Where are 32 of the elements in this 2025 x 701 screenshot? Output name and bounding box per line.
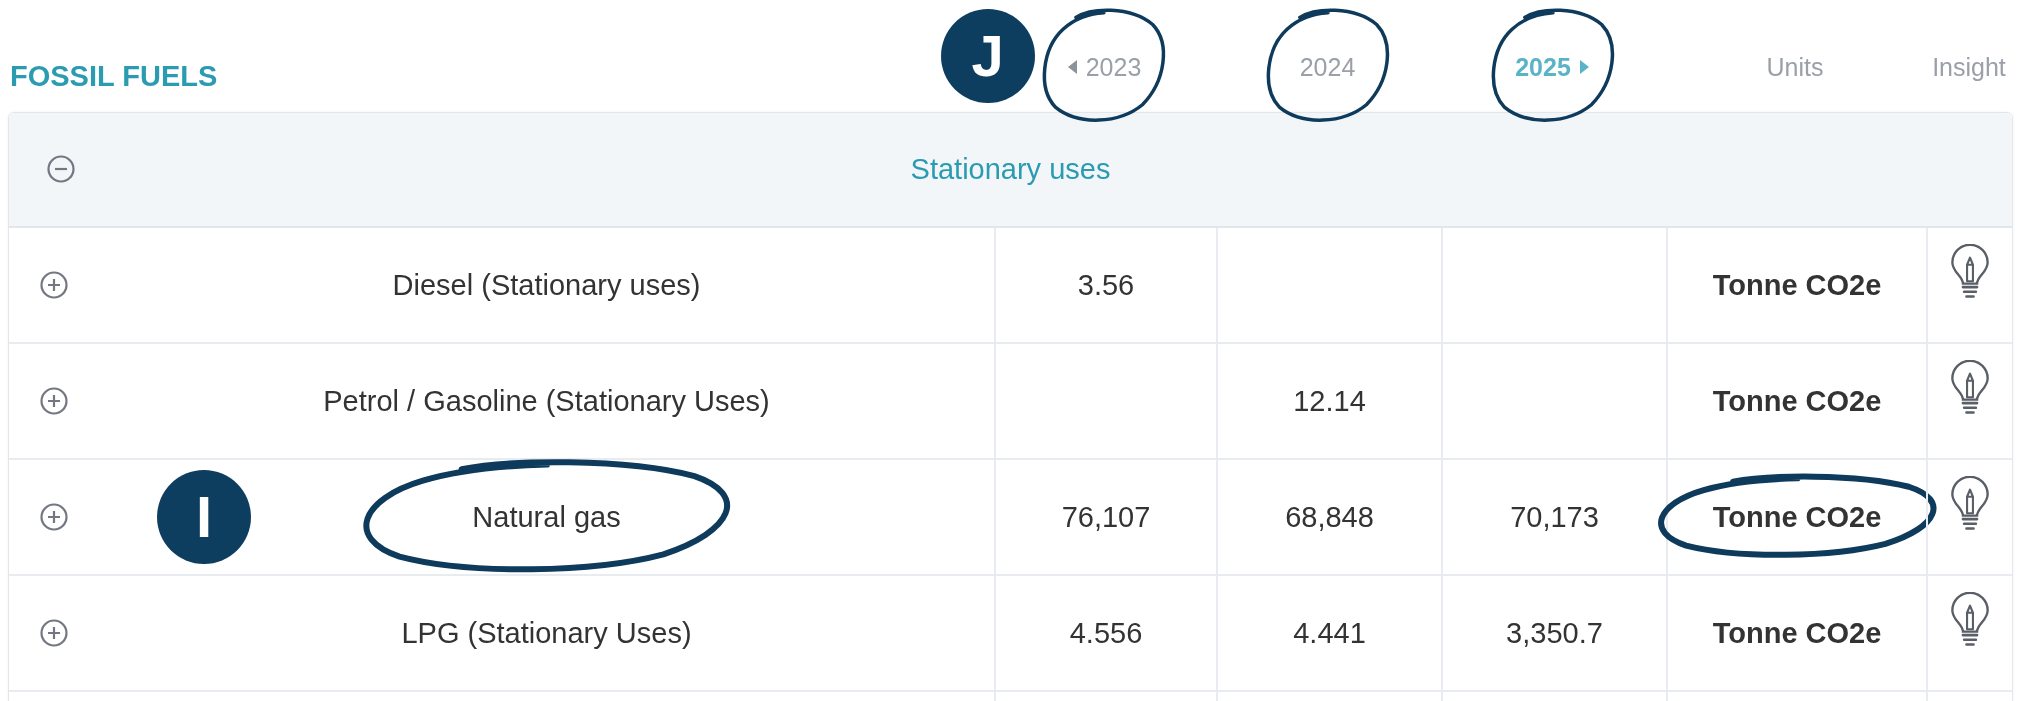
right-triangle-icon[interactable] bbox=[1578, 59, 1590, 75]
unit-label: Tonne CO2e bbox=[1712, 500, 1882, 533]
year-tab[interactable]: 2023 bbox=[1085, 52, 1142, 82]
value-cell: 70,173 bbox=[1510, 500, 1599, 534]
section-title: FOSSIL FUELS bbox=[9, 59, 218, 93]
year-tab[interactable]: 2025 bbox=[1515, 52, 1571, 82]
value-cell: 3,350.7 bbox=[1506, 616, 1603, 650]
value-cell: 68,848 bbox=[1285, 500, 1374, 534]
column-header: Units bbox=[1766, 52, 1824, 82]
value-cell: 12.14 bbox=[1293, 384, 1366, 418]
value-cell: 76,107 bbox=[1061, 500, 1151, 534]
expand-icon[interactable] bbox=[40, 503, 68, 531]
unit-label: Tonne CO2e bbox=[1712, 268, 1882, 301]
expand-icon[interactable] bbox=[40, 387, 68, 415]
annotation-badge: I bbox=[157, 470, 251, 564]
unit-label: Tonne CO2e bbox=[1712, 616, 1882, 649]
value-cell: 4.556 bbox=[1069, 616, 1143, 650]
value-cell: 4.441 bbox=[1293, 616, 1366, 650]
fuel-name: Petrol / Gasoline (Stationary Uses) bbox=[323, 384, 770, 417]
fuel-name: LPG (Stationary Uses) bbox=[401, 616, 692, 649]
collapse-icon[interactable] bbox=[47, 155, 75, 183]
expand-icon[interactable] bbox=[40, 619, 68, 647]
fuel-name: Natural gas bbox=[472, 500, 621, 533]
year-tab[interactable]: 2024 bbox=[1299, 52, 1356, 82]
left-triangle-icon[interactable] bbox=[1066, 59, 1078, 75]
fuel-name: Diesel (Stationary uses) bbox=[392, 268, 701, 301]
value-cell: 3.56 bbox=[1077, 268, 1135, 302]
group-title: Stationary uses bbox=[910, 153, 1111, 185]
expand-icon[interactable] bbox=[40, 271, 68, 299]
unit-label: Tonne CO2e bbox=[1712, 384, 1882, 417]
annotation-badge: J bbox=[940, 9, 1035, 103]
column-header: Insight bbox=[1932, 52, 2006, 82]
